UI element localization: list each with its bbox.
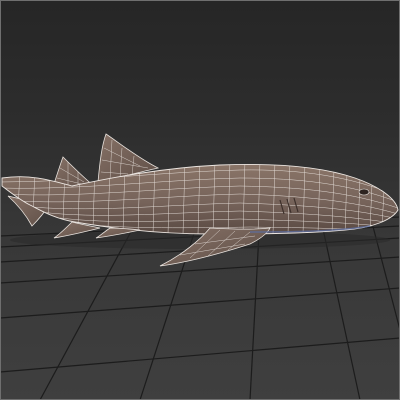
shark-eye (358, 188, 370, 196)
3d-viewport[interactable] (0, 0, 400, 400)
shark-model[interactable] (0, 133, 399, 267)
viewport-canvas[interactable] (0, 0, 400, 400)
